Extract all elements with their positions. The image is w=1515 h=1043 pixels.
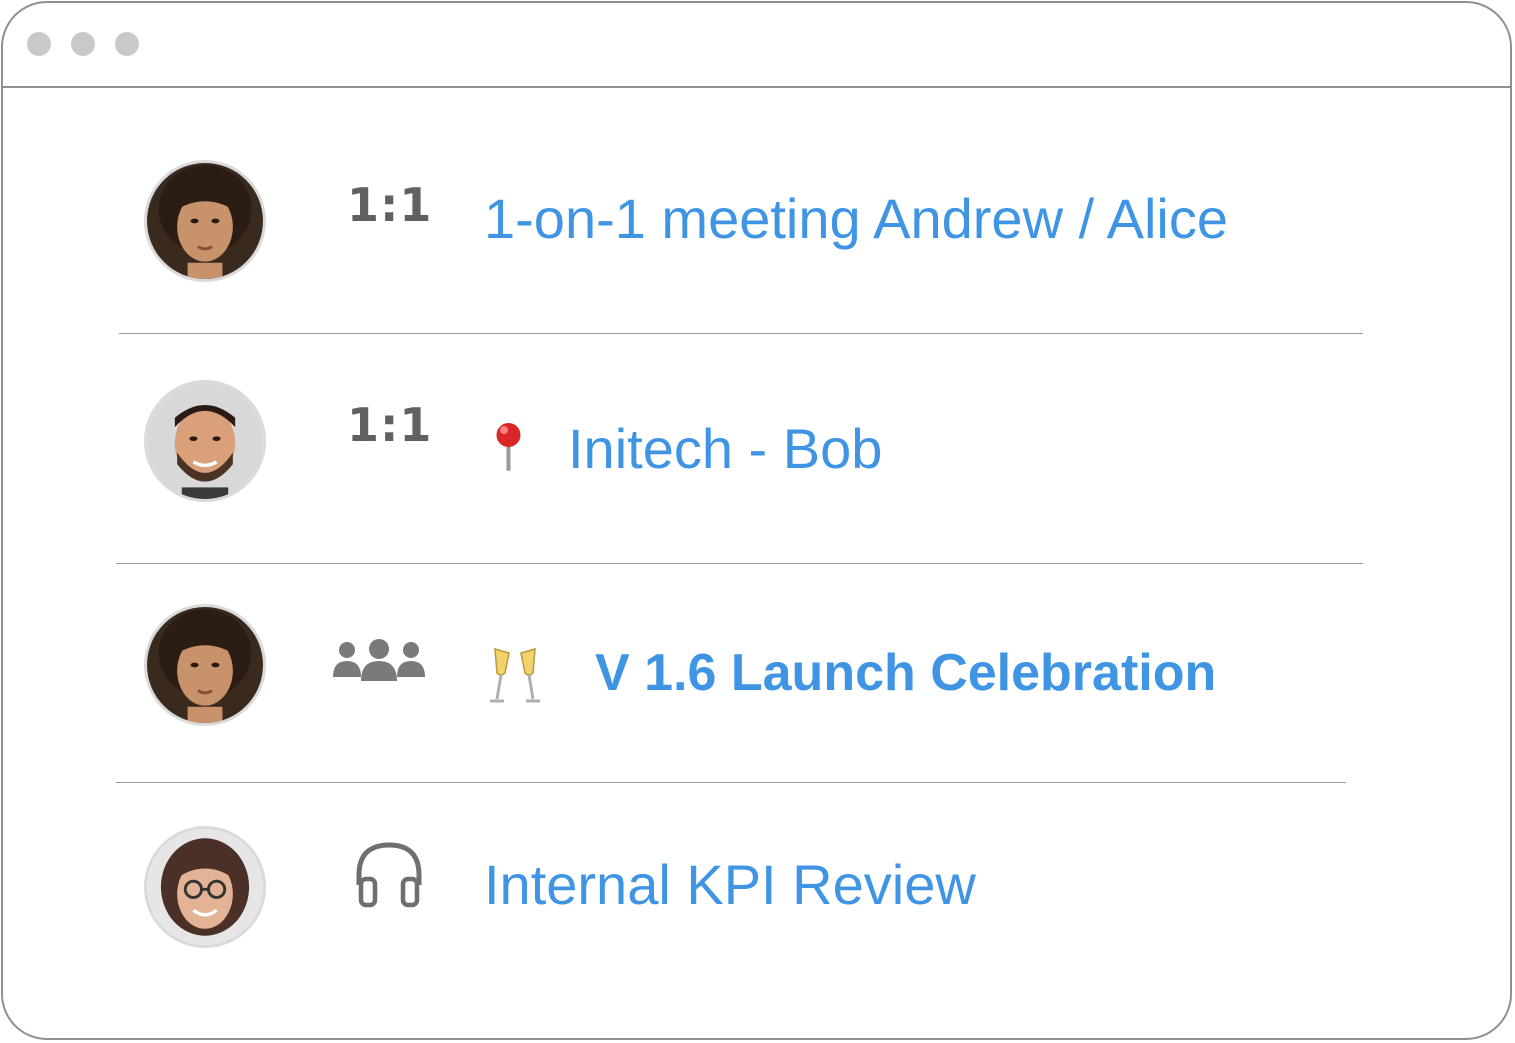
meeting-row[interactable]: 1:1 Initech - Bob	[3, 353, 1403, 513]
woman-curly-hair-avatar	[147, 607, 263, 723]
meeting-row[interactable]: V 1.6 Launch Celebration	[3, 577, 1403, 737]
row-divider	[119, 333, 1363, 334]
window-close-button[interactable]	[27, 32, 51, 56]
row-divider	[116, 563, 1363, 564]
meeting-title[interactable]: V 1.6 Launch Celebration	[595, 643, 1216, 703]
woman-glasses-avatar	[147, 829, 263, 945]
window-maximize-button[interactable]	[115, 32, 139, 56]
avatar	[144, 826, 266, 948]
window-minimize-button[interactable]	[71, 32, 95, 56]
group-icon	[333, 639, 425, 681]
window-titlebar	[3, 3, 1510, 88]
meeting-row[interactable]: 1:1 1-on-1 meeting Andrew / Alice	[3, 133, 1403, 293]
app-window: 1:1 1-on-1 meeting Andrew / Alice 1:1 In…	[1, 1, 1512, 1040]
champagne-glasses-icon	[490, 647, 540, 703]
headphones-icon	[356, 842, 422, 908]
one-on-one-label: 1:1	[347, 178, 433, 232]
meeting-title[interactable]: Initech - Bob	[568, 416, 882, 481]
avatar	[144, 160, 266, 282]
avatar	[144, 604, 266, 726]
one-on-one-label: 1:1	[347, 398, 433, 452]
avatar	[144, 380, 266, 502]
meeting-row[interactable]: Internal KPI Review	[3, 799, 1403, 959]
meeting-title[interactable]: Internal KPI Review	[484, 852, 976, 917]
man-beard-avatar	[147, 383, 263, 499]
meeting-title[interactable]: 1-on-1 meeting Andrew / Alice	[484, 186, 1228, 251]
row-divider	[116, 782, 1346, 783]
pin-icon	[496, 423, 521, 471]
woman-curly-hair-avatar	[147, 163, 263, 279]
